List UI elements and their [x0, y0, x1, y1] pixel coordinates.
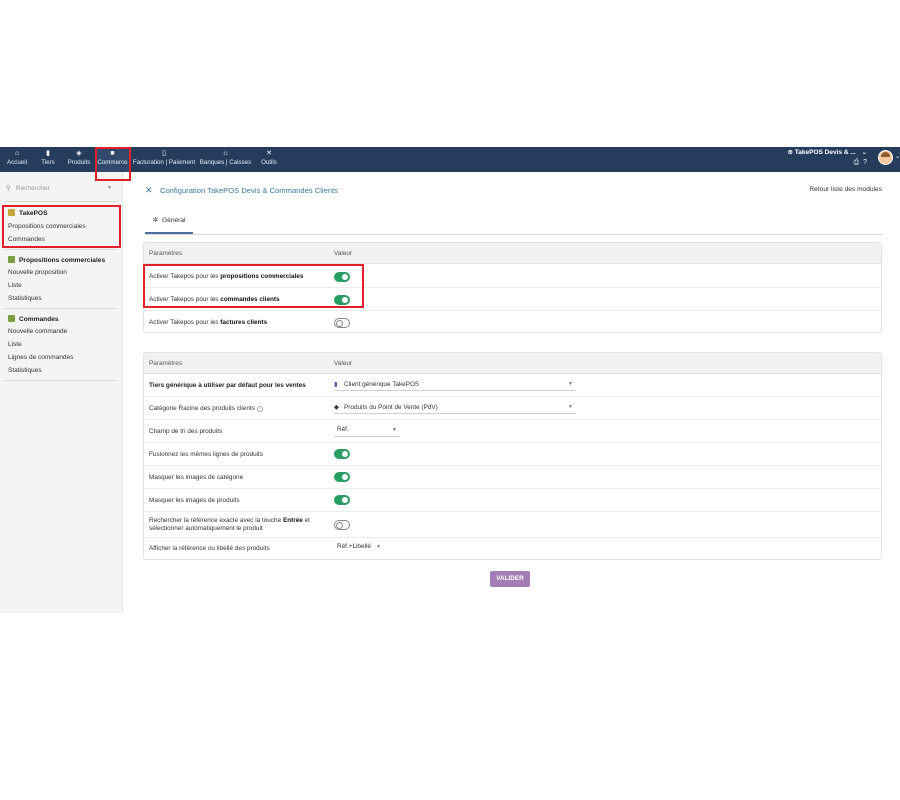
avatar[interactable] [878, 150, 893, 165]
sidebar-item-proposal-stats[interactable]: Statistiques [8, 295, 42, 302]
panel-header: Paramètres Valeur [144, 243, 881, 264]
setting-row-root-category: Catégorie Racine des produits clients i ◆… [144, 397, 881, 420]
divider [4, 380, 118, 381]
back-to-modules-link[interactable]: Retour liste des modules [809, 186, 882, 193]
chevron-down-icon: ▼ [376, 544, 381, 550]
display-reference-select[interactable]: Réf.+Libellé ▼ [334, 543, 384, 554]
settings-panel-options: Paramètres Valeur Tiers générique à util… [143, 352, 882, 560]
setting-label: Afficher la référence ou libellé des pro… [149, 545, 270, 552]
top-navbar: ⌂ Accueil ▮ Tiers ◈ Produits ■ Commerce … [0, 147, 900, 172]
tab-divider [145, 234, 882, 235]
divider [4, 201, 118, 202]
nav-home[interactable]: ⌂ Accueil [4, 147, 30, 172]
sidebar-item-new-order[interactable]: Nouvelle commande [8, 328, 67, 335]
panel-header: Paramètres Valeur [144, 353, 881, 374]
bank-icon: ⌂ [223, 150, 228, 157]
toggle-invoices[interactable] [334, 318, 350, 328]
toggle-hide-category-images[interactable] [334, 472, 350, 482]
sidebar-section-orders[interactable]: Commandes [8, 315, 59, 323]
toggle-hide-product-images[interactable] [334, 495, 350, 505]
highlight-box [2, 205, 121, 248]
setting-label: Activer Takepos pour les factures client… [149, 319, 268, 326]
sidebar-item-proposal-list[interactable]: Liste [8, 282, 22, 289]
cube-icon: ◈ [76, 150, 82, 157]
sidebar-item-order-list[interactable]: Liste [8, 341, 22, 348]
root-category-select[interactable]: ◆ Produits du Point de Vente (PdV) ▼ [334, 403, 576, 414]
tag-icon: ◆ [334, 404, 339, 411]
nav-tools[interactable]: ✕ Outils [258, 147, 280, 172]
setting-label: Masquer les images de catégorie [149, 474, 244, 481]
setting-label: Rechercher la référence exacte avec la t… [149, 517, 310, 532]
nav-products[interactable]: ◈ Produits [64, 147, 94, 172]
nav-thirdparties[interactable]: ▮ Tiers [36, 147, 60, 172]
setting-row-exact-reference: Rechercher la référence exacte avec la t… [144, 512, 881, 538]
setting-label: Champ de tri des produits [149, 428, 223, 435]
search-icon: ⚲ [6, 185, 11, 192]
toggle-merge-lines[interactable] [334, 449, 350, 459]
sort-field-select[interactable]: Réf. ▼ [334, 426, 400, 437]
building-icon: ▮ [334, 381, 338, 388]
print-icon[interactable]: ⎙ [854, 159, 860, 166]
setting-label: Tiers générique à utiliser par défaut po… [149, 382, 306, 389]
default-thirdparty-select[interactable]: ▮ Client générique TakePOS ▼ [334, 380, 576, 391]
nav-billing[interactable]: ▯ Facturation | Paiement [132, 147, 196, 172]
sidebar-section-propositions[interactable]: Propositions commerciales [8, 256, 105, 264]
highlight-box [95, 147, 131, 181]
sidebar-item-new-proposal[interactable]: Nouvelle proposition [8, 269, 67, 276]
tools-icon: ✕ [266, 150, 272, 157]
setting-label: Fusionnez les mêmes lignes de produits [149, 451, 264, 458]
nav-banks[interactable]: ⌂ Banques | Caisses [198, 147, 253, 172]
chevron-down-icon: ▼ [392, 427, 397, 433]
tools-icon: ✕ [145, 185, 153, 195]
home-icon: ⌂ [14, 150, 20, 157]
toggle-exact-reference[interactable] [334, 520, 350, 530]
sidebar-item-order-lines[interactable]: Lignes de commandes [8, 354, 73, 361]
chevron-down-icon[interactable]: ⌄ [895, 153, 900, 160]
setting-row-sort-field: Champ de tri des produits Réf. ▼ [144, 420, 881, 443]
building-icon: ▮ [46, 150, 50, 157]
divider [4, 249, 118, 250]
globe-icon: ⊕ [787, 149, 793, 156]
order-icon [8, 315, 15, 322]
setting-row-invoices: Activer Takepos pour les factures client… [144, 311, 881, 333]
tab-general[interactable]: ✲ Général [145, 216, 193, 234]
setting-row-display-reference: Afficher la référence ou libellé des pro… [144, 538, 881, 560]
screen: ⌂ Accueil ▮ Tiers ◈ Produits ■ Commerce … [0, 147, 900, 613]
proposal-icon [8, 256, 15, 263]
chevron-down-icon: ▼ [568, 381, 573, 387]
chevron-down-icon: ▼ [568, 404, 573, 410]
chevron-down-icon: ⌄ [861, 149, 867, 156]
setting-row-hide-category-images: Masquer les images de catégorie [144, 466, 881, 489]
help-icon[interactable]: ? [863, 159, 867, 166]
gear-icon: ✲ [152, 217, 159, 224]
chevron-down-icon: ▼ [107, 185, 112, 191]
setting-row-hide-product-images: Masquer les images de produits [144, 489, 881, 512]
setting-label: Masquer les images de produits [149, 497, 240, 504]
company-selector[interactable]: ⊕ TakePOS Devis & ... ⌄ [788, 148, 867, 156]
submit-button[interactable]: VALIDER [490, 571, 530, 587]
sidebar-item-order-stats[interactable]: Statistiques [8, 367, 42, 374]
invoice-icon: ▯ [162, 150, 166, 157]
info-icon: i [256, 406, 263, 412]
search-input[interactable]: ⚲ Rechercher ▼ [6, 184, 116, 196]
toolbar-icons: ⎙ ? [854, 159, 867, 167]
setting-row-merge-lines: Fusionnez les mêmes lignes de produits [144, 443, 881, 466]
setting-label: Catégorie Racine des produits clients i [149, 405, 263, 413]
divider [4, 308, 118, 309]
page-title: ✕ Configuration TakePOS Devis & Commandes… [145, 185, 338, 195]
highlight-box [143, 264, 364, 308]
setting-row-default-thirdparty: Tiers générique à utiliser par défaut po… [144, 374, 881, 397]
